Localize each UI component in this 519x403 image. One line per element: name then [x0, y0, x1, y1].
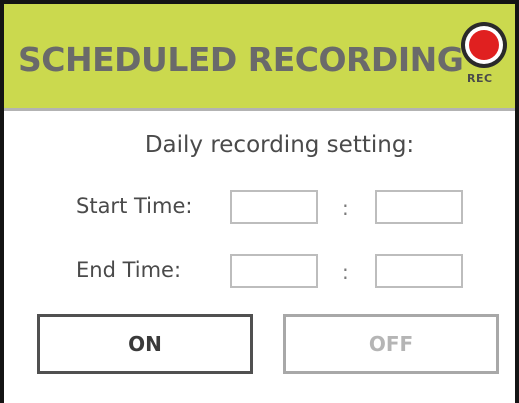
start-time-minutes-input[interactable] — [375, 190, 463, 224]
start-time-label: Start Time: — [76, 194, 193, 218]
daily-setting-heading: Daily recording setting: — [144, 132, 415, 158]
on-button[interactable]: ON — [37, 314, 253, 374]
start-time-hours-input[interactable] — [230, 190, 318, 224]
end-time-minutes-input[interactable] — [375, 254, 463, 288]
record-dot — [469, 30, 499, 60]
rec-indicator: REC — [459, 22, 511, 102]
off-button[interactable]: OFF — [283, 314, 499, 374]
end-time-separator: : — [342, 260, 349, 284]
start-time-separator: : — [342, 196, 349, 220]
rec-label: REC — [467, 72, 493, 85]
panel-title: SCHEDULED RECORDING — [18, 40, 464, 79]
end-time-label: End Time: — [76, 258, 182, 282]
scheduled-recording-panel: SCHEDULED RECORDING REC Daily recording … — [0, 0, 519, 403]
panel-header: SCHEDULED RECORDING REC — [4, 4, 515, 111]
record-icon — [461, 22, 507, 68]
end-time-hours-input[interactable] — [230, 254, 318, 288]
